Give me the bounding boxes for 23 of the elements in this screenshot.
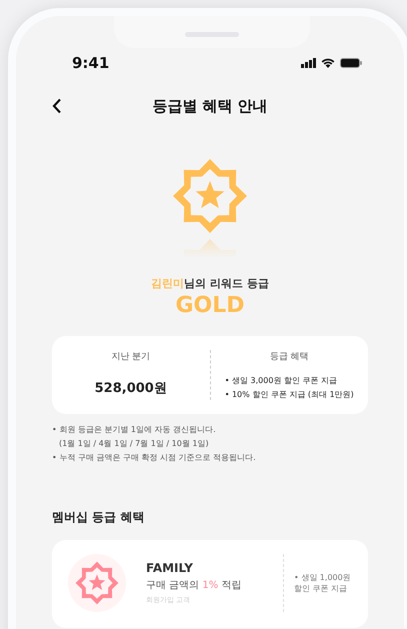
note-text: • 회원 등급은 분기별 1일에 자동 갱신됩니다.: [52, 424, 217, 435]
tier-name: FAMILY: [146, 561, 194, 575]
battery-icon: [340, 58, 362, 68]
purchase-amount: 528,000원: [94, 380, 167, 397]
wifi-icon: [321, 58, 335, 68]
benefit-item: • 생일 3,000원 할인 쿠폰 지급: [224, 375, 338, 386]
back-button[interactable]: [50, 96, 64, 116]
tier-badge-icon: [75, 561, 119, 605]
status-time: 9:41: [72, 54, 110, 72]
back-icon: [52, 98, 62, 114]
star-badge-icon: [172, 158, 248, 234]
benefit-item: • 10% 할인 쿠폰 지급 (최대 1만원): [224, 389, 354, 400]
reward-grade-caption: 김린미 님의 리워드 등급: [151, 276, 269, 291]
grade-name: GOLD: [175, 293, 245, 318]
signal-icon: [301, 58, 316, 68]
section-title: 멤버십 등급 혜택: [52, 509, 146, 526]
page-title: 등급별 혜택 안내: [152, 96, 268, 116]
note-text: (1월 1일 / 4월 1일 / 7월 1일 / 10월 1일): [58, 438, 210, 449]
last-quarter-label: 지난 분기: [111, 351, 150, 363]
grade-benefit-label: 등급 혜택: [270, 351, 309, 363]
tier-reward-rate: 구매 금액의 1% 적립: [146, 579, 242, 592]
note-text: • 누적 구매 금액은 구매 확정 시점 기준으로 적용됩니다.: [52, 452, 257, 463]
tier-benefit: • 생일 1,000원 할인 쿠폰 지급: [294, 572, 352, 594]
